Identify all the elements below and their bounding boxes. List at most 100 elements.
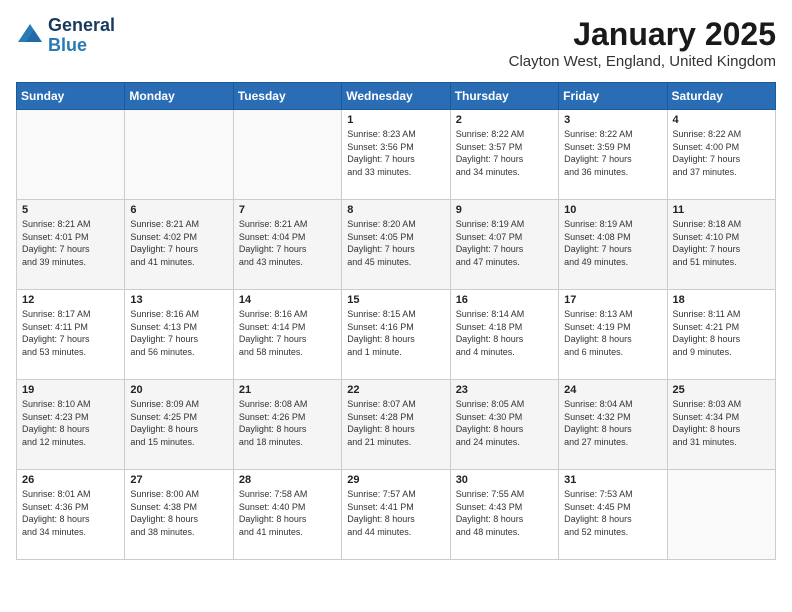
calendar-week-row: 5 Sunrise: 8:21 AMSunset: 4:01 PMDaylight… xyxy=(17,200,776,290)
day-info: Sunrise: 8:21 AMSunset: 4:01 PMDaylight:… xyxy=(22,218,119,268)
calendar-day-cell: 15Sunrise: 8:15 AMSunset: 4:16 PMDayligh… xyxy=(342,290,450,380)
calendar-day-cell: 13Sunrise: 8:16 AMSunset: 4:13 PMDayligh… xyxy=(125,290,233,380)
day-number: 30 xyxy=(456,474,553,486)
calendar-day-cell: 17 Sunrise: 8:13 AMSunset: 4:19 PMDayligh… xyxy=(559,290,667,380)
logo-text: General Blue xyxy=(48,16,115,56)
day-info: Sunrise: 8:22 AMSunset: 3:59 PMDaylight:… xyxy=(564,128,661,178)
calendar-day-cell: 23 Sunrise: 8:05 AMSunset: 4:30 PMDayligh… xyxy=(450,380,558,470)
logo: General Blue xyxy=(16,16,115,56)
day-number: 23 xyxy=(456,384,553,396)
day-info: Sunrise: 8:22 AMSunset: 4:00 PMDaylight:… xyxy=(673,128,770,178)
day-number: 6 xyxy=(130,204,227,216)
day-number: 18 xyxy=(673,294,770,306)
calendar-day-cell: 24 Sunrise: 8:04 AMSunset: 4:32 PMDayligh… xyxy=(559,380,667,470)
day-info: Sunrise: 8:01 AMSunset: 4:36 PMDaylight:… xyxy=(22,488,119,538)
day-info: Sunrise: 8:10 AMSunset: 4:23 PMDaylight:… xyxy=(22,398,119,448)
day-number: 1 xyxy=(347,114,444,126)
calendar-day-cell: 31Sunrise: 7:53 AMSunset: 4:45 PMDayligh… xyxy=(559,470,667,560)
calendar-day-cell: 26 Sunrise: 8:01 AMSunset: 4:36 PMDayligh… xyxy=(17,470,125,560)
day-info: Sunrise: 7:57 AMSunset: 4:41 PMDaylight:… xyxy=(347,488,444,538)
day-info: Sunrise: 8:05 AMSunset: 4:30 PMDaylight:… xyxy=(456,398,553,448)
calendar-day-cell xyxy=(233,110,341,200)
calendar-day-cell: 29Sunrise: 7:57 AMSunset: 4:41 PMDayligh… xyxy=(342,470,450,560)
calendar-day-cell: 6 Sunrise: 8:21 AMSunset: 4:02 PMDaylight… xyxy=(125,200,233,290)
calendar-week-row: 12 Sunrise: 8:17 AMSunset: 4:11 PMDayligh… xyxy=(17,290,776,380)
weekday-header-cell: Saturday xyxy=(667,83,775,110)
calendar-day-cell: 19 Sunrise: 8:10 AMSunset: 4:23 PMDayligh… xyxy=(17,380,125,470)
weekday-header-cell: Sunday xyxy=(17,83,125,110)
day-number: 21 xyxy=(239,384,336,396)
day-number: 14 xyxy=(239,294,336,306)
day-info: Sunrise: 8:14 AMSunset: 4:18 PMDaylight:… xyxy=(456,308,553,358)
calendar-day-cell: 5 Sunrise: 8:21 AMSunset: 4:01 PMDaylight… xyxy=(17,200,125,290)
calendar-day-cell: 22 Sunrise: 8:07 AMSunset: 4:28 PMDayligh… xyxy=(342,380,450,470)
calendar-body: 1 Sunrise: 8:23 AMSunset: 3:56 PMDaylight… xyxy=(17,110,776,560)
day-number: 22 xyxy=(347,384,444,396)
calendar-day-cell: 11Sunrise: 8:18 AMSunset: 4:10 PMDayligh… xyxy=(667,200,775,290)
weekday-header-cell: Thursday xyxy=(450,83,558,110)
calendar-day-cell: 30 Sunrise: 7:55 AMSunset: 4:43 PMDayligh… xyxy=(450,470,558,560)
day-number: 12 xyxy=(22,294,119,306)
location-title: Clayton West, England, United Kingdom xyxy=(509,53,776,70)
calendar-week-row: 1 Sunrise: 8:23 AMSunset: 3:56 PMDaylight… xyxy=(17,110,776,200)
weekday-header-cell: Tuesday xyxy=(233,83,341,110)
day-info: Sunrise: 8:17 AMSunset: 4:11 PMDaylight:… xyxy=(22,308,119,358)
calendar-day-cell xyxy=(125,110,233,200)
day-number: 24 xyxy=(564,384,661,396)
day-info: Sunrise: 8:22 AMSunset: 3:57 PMDaylight:… xyxy=(456,128,553,178)
day-number: 13 xyxy=(130,294,227,306)
day-number: 5 xyxy=(22,204,119,216)
day-info: Sunrise: 8:03 AMSunset: 4:34 PMDaylight:… xyxy=(673,398,770,448)
day-info: Sunrise: 8:18 AMSunset: 4:10 PMDaylight:… xyxy=(673,218,770,268)
day-info: Sunrise: 8:11 AMSunset: 4:21 PMDaylight:… xyxy=(673,308,770,358)
day-number: 8 xyxy=(347,204,444,216)
calendar-day-cell: 2 Sunrise: 8:22 AMSunset: 3:57 PMDaylight… xyxy=(450,110,558,200)
day-number: 16 xyxy=(456,294,553,306)
day-info: Sunrise: 8:13 AMSunset: 4:19 PMDaylight:… xyxy=(564,308,661,358)
day-info: Sunrise: 8:23 AMSunset: 3:56 PMDaylight:… xyxy=(347,128,444,178)
calendar-day-cell xyxy=(667,470,775,560)
calendar-day-cell: 14 Sunrise: 8:16 AMSunset: 4:14 PMDayligh… xyxy=(233,290,341,380)
day-number: 25 xyxy=(673,384,770,396)
day-info: Sunrise: 8:21 AMSunset: 4:02 PMDaylight:… xyxy=(130,218,227,268)
day-info: Sunrise: 8:08 AMSunset: 4:26 PMDaylight:… xyxy=(239,398,336,448)
calendar-day-cell: 21 Sunrise: 8:08 AMSunset: 4:26 PMDayligh… xyxy=(233,380,341,470)
day-info: Sunrise: 8:00 AMSunset: 4:38 PMDaylight:… xyxy=(130,488,227,538)
day-number: 26 xyxy=(22,474,119,486)
day-info: Sunrise: 8:19 AMSunset: 4:07 PMDaylight:… xyxy=(456,218,553,268)
calendar-day-cell: 18 Sunrise: 8:11 AMSunset: 4:21 PMDayligh… xyxy=(667,290,775,380)
calendar-day-cell: 20 Sunrise: 8:09 AMSunset: 4:25 PMDayligh… xyxy=(125,380,233,470)
day-info: Sunrise: 8:04 AMSunset: 4:32 PMDaylight:… xyxy=(564,398,661,448)
day-info: Sunrise: 8:07 AMSunset: 4:28 PMDaylight:… xyxy=(347,398,444,448)
weekday-header-cell: Monday xyxy=(125,83,233,110)
calendar-day-cell: 1 Sunrise: 8:23 AMSunset: 3:56 PMDaylight… xyxy=(342,110,450,200)
calendar-day-cell: 27Sunrise: 8:00 AMSunset: 4:38 PMDayligh… xyxy=(125,470,233,560)
day-number: 28 xyxy=(239,474,336,486)
calendar-day-cell: 28Sunrise: 7:58 AMSunset: 4:40 PMDayligh… xyxy=(233,470,341,560)
day-number: 20 xyxy=(130,384,227,396)
day-info: Sunrise: 8:21 AMSunset: 4:04 PMDaylight:… xyxy=(239,218,336,268)
calendar-day-cell: 8Sunrise: 8:20 AMSunset: 4:05 PMDaylight… xyxy=(342,200,450,290)
weekday-header-row: SundayMondayTuesdayWednesdayThursdayFrid… xyxy=(17,83,776,110)
day-info: Sunrise: 8:19 AMSunset: 4:08 PMDaylight:… xyxy=(564,218,661,268)
weekday-header-cell: Friday xyxy=(559,83,667,110)
day-info: Sunrise: 8:16 AMSunset: 4:14 PMDaylight:… xyxy=(239,308,336,358)
day-number: 4 xyxy=(673,114,770,126)
day-info: Sunrise: 7:55 AMSunset: 4:43 PMDaylight:… xyxy=(456,488,553,538)
calendar-day-cell: 9 Sunrise: 8:19 AMSunset: 4:07 PMDaylight… xyxy=(450,200,558,290)
calendar-day-cell: 10Sunrise: 8:19 AMSunset: 4:08 PMDayligh… xyxy=(559,200,667,290)
calendar-day-cell: 25 Sunrise: 8:03 AMSunset: 4:34 PMDayligh… xyxy=(667,380,775,470)
month-title: January 2025 xyxy=(509,16,776,53)
day-number: 2 xyxy=(456,114,553,126)
calendar-day-cell: 12 Sunrise: 8:17 AMSunset: 4:11 PMDayligh… xyxy=(17,290,125,380)
calendar-week-row: 26 Sunrise: 8:01 AMSunset: 4:36 PMDayligh… xyxy=(17,470,776,560)
day-info: Sunrise: 8:09 AMSunset: 4:25 PMDaylight:… xyxy=(130,398,227,448)
day-number: 17 xyxy=(564,294,661,306)
calendar-week-row: 19 Sunrise: 8:10 AMSunset: 4:23 PMDayligh… xyxy=(17,380,776,470)
calendar-day-cell: 7Sunrise: 8:21 AMSunset: 4:04 PMDaylight… xyxy=(233,200,341,290)
header: General Blue January 2025 Clayton West, … xyxy=(16,16,776,70)
day-number: 15 xyxy=(347,294,444,306)
day-number: 19 xyxy=(22,384,119,396)
day-number: 9 xyxy=(456,204,553,216)
title-section: January 2025 Clayton West, England, Unit… xyxy=(509,16,776,70)
